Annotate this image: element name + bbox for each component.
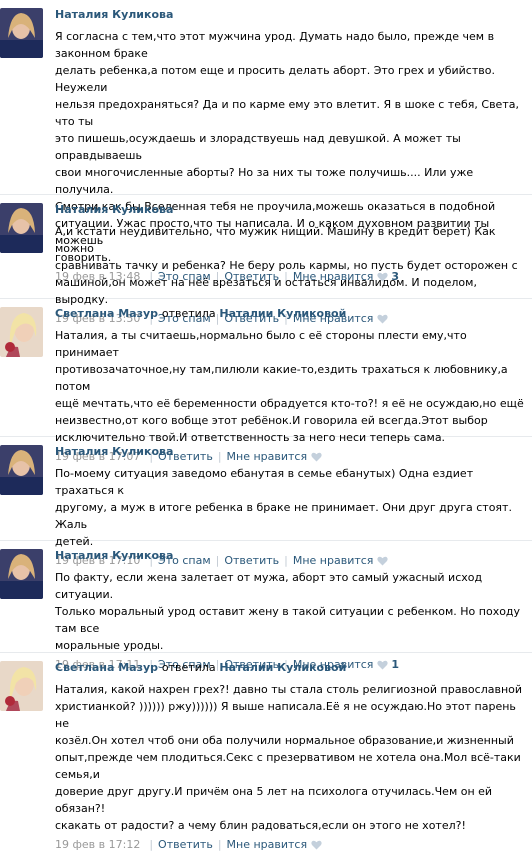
comment-item: Наталия Куликова По-моему ситуация завед… <box>0 437 532 567</box>
comment-item: Светлана Мазур ответила Наталии Куликово… <box>0 653 532 851</box>
comment-text: А,и кстати неудивительно, что мужик нищи… <box>55 225 518 306</box>
comment-author[interactable]: Светлана Мазур <box>55 661 158 674</box>
comment-item: Светлана Мазур ответила Наталии Куликово… <box>0 299 532 463</box>
reply-to-author[interactable]: Наталии Куликовой <box>219 307 346 320</box>
avatar[interactable] <box>0 549 43 599</box>
comment-item: Наталия Куликова Я согласна с тем,что эт… <box>0 0 532 283</box>
avatar[interactable] <box>0 203 43 253</box>
reply-link[interactable]: Ответить <box>158 838 213 852</box>
comment-item: Наталия Куликова А,и кстати неудивительн… <box>0 195 532 325</box>
comment-author[interactable]: Наталия Куликова <box>55 549 173 562</box>
avatar[interactable] <box>0 661 43 711</box>
comment-text: По факту, если жена залетает от мужа, аб… <box>55 571 521 652</box>
comment-author[interactable]: Наталия Куликова <box>55 445 173 458</box>
avatar[interactable] <box>0 8 43 58</box>
comment-author[interactable]: Наталия Куликова <box>55 8 173 21</box>
comment-item: Наталия Куликова По факту, если жена зал… <box>0 541 532 671</box>
comment-date[interactable]: 19 фев в 17:12 <box>55 838 140 852</box>
comment-author[interactable]: Светлана Мазур <box>55 307 158 320</box>
replied-label: ответила <box>161 661 216 674</box>
separator: | <box>149 838 154 851</box>
replied-label: ответила <box>161 307 216 320</box>
avatar[interactable] <box>0 445 43 495</box>
separator: | <box>217 838 222 851</box>
reply-to-author[interactable]: Наталии Куликовой <box>219 661 346 674</box>
like-link[interactable]: Мне нравится <box>227 838 308 852</box>
heart-icon[interactable] <box>311 840 322 850</box>
comment-text: Наталия, какой нахрен грех?! давно ты ст… <box>55 683 523 832</box>
comment-author[interactable]: Наталия Куликова <box>55 203 173 216</box>
comment-text: По-моему ситуация заведомо ебанутая в се… <box>55 467 512 548</box>
comment-text: Наталия, а ты считаешь,нормально было с … <box>55 329 524 444</box>
avatar[interactable] <box>0 307 43 357</box>
